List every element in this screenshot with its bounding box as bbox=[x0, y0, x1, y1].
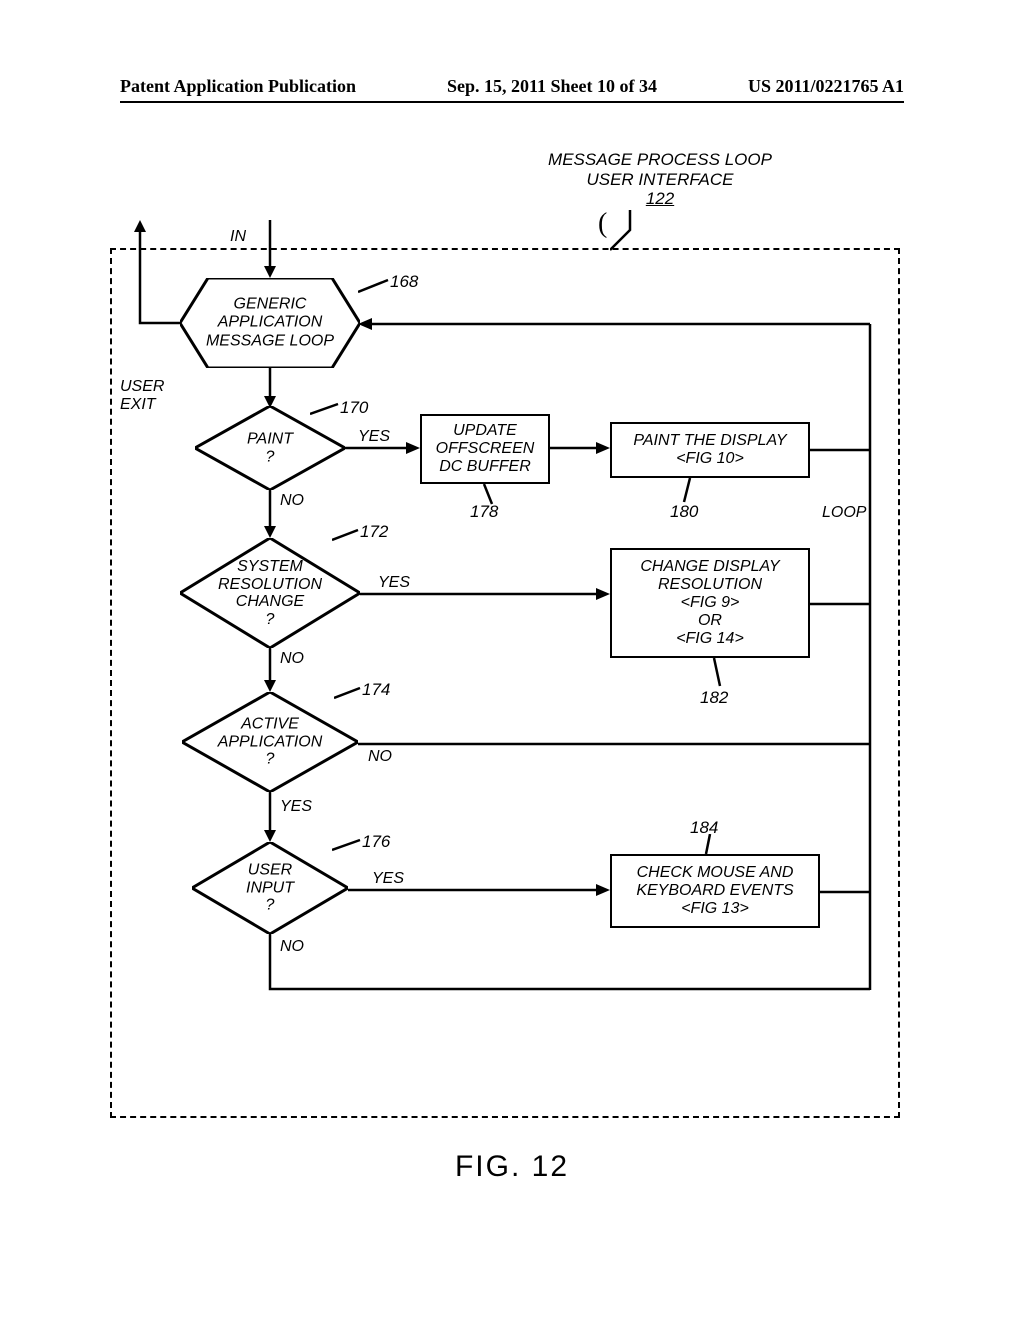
decision-paint: PAINT? bbox=[195, 406, 345, 490]
yes-174: YES bbox=[280, 798, 312, 816]
diagram-title: MESSAGE PROCESS LOOP USER INTERFACE 122 bbox=[510, 150, 810, 209]
decision-resolution: SYSTEMRESOLUTIONCHANGE? bbox=[180, 538, 360, 648]
header-right: US 2011/0221765 A1 bbox=[748, 76, 904, 97]
d170-text: PAINT? bbox=[195, 430, 345, 465]
title-line2: USER INTERFACE bbox=[510, 170, 810, 190]
decision-active-app: ACTIVEAPPLICATION? bbox=[182, 692, 358, 792]
arrow-in bbox=[260, 220, 280, 278]
flowchart: MESSAGE PROCESS LOOP USER INTERFACE 122 … bbox=[110, 140, 910, 1140]
header-center: Sep. 15, 2011 Sheet 10 of 34 bbox=[447, 76, 657, 97]
paren-icon: ( bbox=[598, 208, 607, 240]
title-ref: 122 bbox=[510, 189, 810, 209]
arrow-174-176 bbox=[260, 792, 280, 842]
arrow-hex-d170 bbox=[260, 368, 280, 408]
header-left: Patent Application Publication bbox=[120, 76, 356, 97]
arrow-user-exit bbox=[130, 220, 190, 330]
title-line1: MESSAGE PROCESS LOOP bbox=[510, 150, 810, 170]
figure-caption: FIG. 12 bbox=[0, 1150, 1024, 1184]
arrow-170-172 bbox=[260, 490, 280, 538]
leader-170 bbox=[310, 402, 344, 418]
page-header: Patent Application Publication Sep. 15, … bbox=[120, 76, 904, 103]
no-172: NO bbox=[280, 650, 304, 668]
hex168-text: GENERICAPPLICATIONMESSAGE LOOP bbox=[180, 295, 360, 350]
decision-user-input: USERINPUT? bbox=[192, 842, 348, 934]
hexagon-generic-loop: GENERICAPPLICATIONMESSAGE LOOP bbox=[180, 278, 360, 368]
user-exit-label: USEREXIT bbox=[120, 378, 180, 414]
leader-168 bbox=[358, 278, 394, 298]
d172-text: SYSTEMRESOLUTIONCHANGE? bbox=[180, 558, 360, 628]
loop-bus bbox=[358, 316, 878, 996]
arrow-172-174 bbox=[260, 648, 280, 692]
ref-168: 168 bbox=[390, 272, 418, 292]
no-170: NO bbox=[280, 492, 304, 510]
d176-text: USERINPUT? bbox=[192, 862, 348, 915]
d174-text: ACTIVEAPPLICATION? bbox=[182, 716, 358, 769]
in-label: IN bbox=[230, 228, 246, 246]
